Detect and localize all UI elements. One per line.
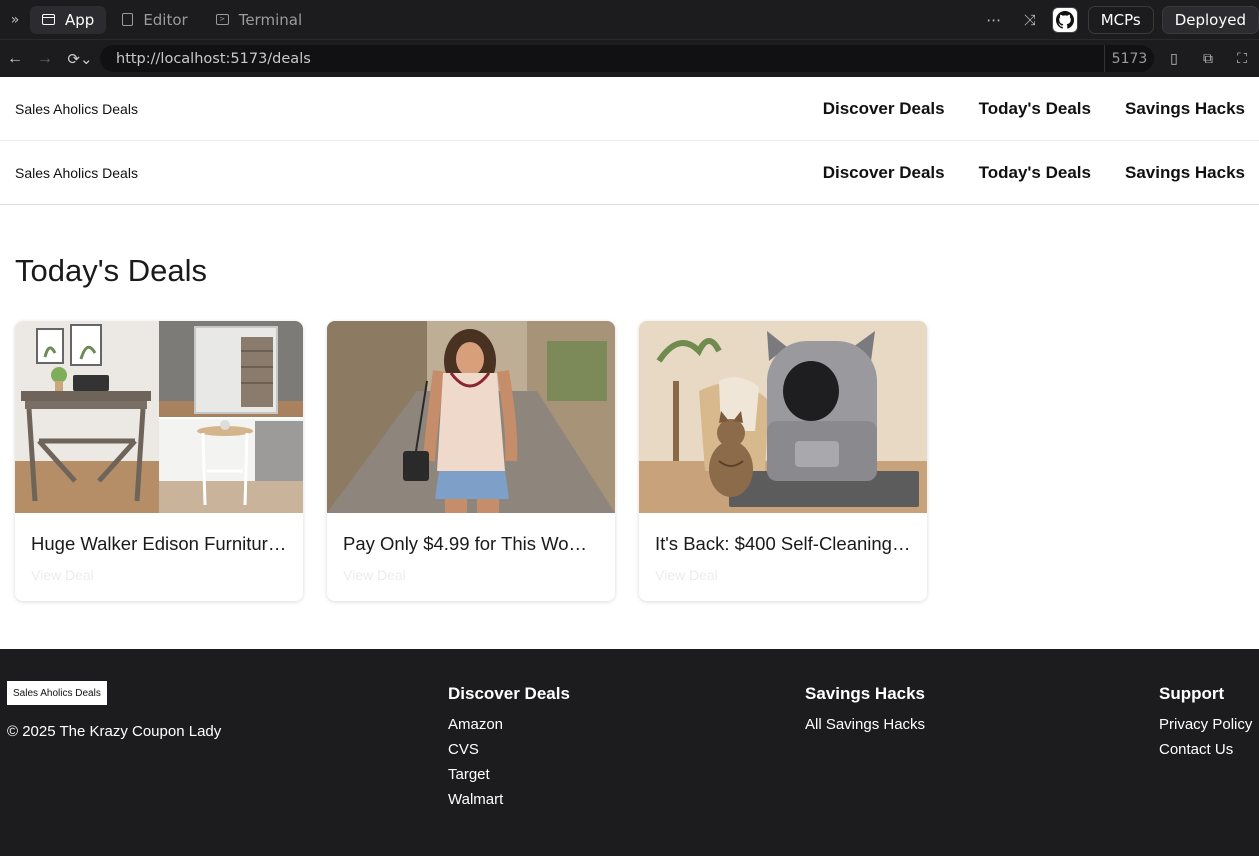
more-options-icon[interactable]: ⋯: [980, 11, 1008, 29]
shuffle-icon[interactable]: ⤨: [1016, 11, 1044, 29]
footer-link-walmart[interactable]: Walmart: [448, 791, 570, 808]
footer-column-savings-hacks: Savings Hacks All Savings Hacks: [805, 684, 925, 741]
expand-sidebar-icon[interactable]: »: [0, 12, 30, 28]
mcps-button[interactable]: MCPs: [1087, 5, 1154, 34]
deal-image-tank-top: [327, 321, 615, 513]
footer-column-discover-deals: Discover Deals Amazon CVS Target Walmart: [448, 684, 570, 816]
url-field[interactable]: http://localhost:5173/deals 5173: [100, 45, 1154, 72]
deal-title[interactable]: Huge Walker Edison Furniture Sale: [31, 533, 287, 555]
page-title: Today's Deals: [15, 253, 208, 288]
deal-title[interactable]: It's Back: $400 Self-Cleaning Litter Box: [655, 533, 911, 555]
nav-discover-deals[interactable]: Discover Deals: [823, 99, 945, 119]
forward-arrow-icon[interactable]: →: [30, 50, 60, 68]
github-icon[interactable]: [1051, 6, 1078, 33]
site-footer: Sales Aholics Deals © 2025 The Krazy Cou…: [0, 649, 1259, 856]
footer-link-contact-us[interactable]: Contact Us: [1159, 741, 1252, 758]
footer-logo[interactable]: Sales Aholics Deals: [7, 681, 107, 705]
files-icon: [122, 13, 134, 26]
nav-savings-hacks[interactable]: Savings Hacks: [1125, 99, 1245, 119]
nav-todays-deals[interactable]: Today's Deals: [979, 99, 1091, 119]
tab-label: Terminal: [238, 10, 303, 29]
tab-terminal[interactable]: > Terminal: [204, 6, 314, 34]
fullscreen-icon[interactable]: ⛶: [1228, 50, 1256, 67]
tab-editor[interactable]: Editor: [110, 6, 199, 34]
copyright-text: © 2025 The Krazy Coupon Lady: [7, 723, 222, 740]
deal-title[interactable]: Pay Only $4.99 for This Women's Tank Top: [343, 533, 599, 555]
deal-card[interactable]: Huge Walker Edison Furniture Sale View D…: [15, 321, 303, 601]
main-nav: Discover Deals Today's Deals Savings Hac…: [789, 163, 1245, 183]
footer-link-all-savings-hacks[interactable]: All Savings Hacks: [805, 716, 925, 733]
footer-heading: Discover Deals: [448, 684, 570, 703]
view-deal-link[interactable]: View Deal: [31, 567, 94, 583]
brand-logo[interactable]: Sales Aholics Deals: [15, 101, 138, 117]
main-nav: Discover Deals Today's Deals Savings Hac…: [789, 99, 1245, 119]
reload-icon[interactable]: ⟳⌄: [60, 50, 100, 68]
deal-card[interactable]: Pay Only $4.99 for This Women's Tank Top…: [327, 321, 615, 601]
deployed-button[interactable]: Deployed: [1161, 5, 1259, 34]
site-header-duplicate: Sales Aholics Deals Discover Deals Today…: [0, 141, 1259, 205]
url-text: http://localhost:5173/deals: [116, 50, 311, 67]
footer-link-target[interactable]: Target: [448, 766, 570, 783]
view-deal-link[interactable]: View Deal: [655, 567, 718, 583]
tab-label: App: [65, 10, 95, 29]
ide-top-bar: » App Editor > Terminal ⋯ ⤨ MCPs Deploye…: [0, 0, 1259, 39]
footer-link-amazon[interactable]: Amazon: [448, 716, 570, 733]
device-preview-icon[interactable]: ▯: [1160, 50, 1188, 67]
tab-app[interactable]: App: [30, 5, 107, 34]
nav-todays-deals[interactable]: Today's Deals: [979, 163, 1091, 183]
nav-savings-hacks[interactable]: Savings Hacks: [1125, 163, 1245, 183]
deal-image-litter-box: [639, 321, 927, 513]
footer-link-privacy-policy[interactable]: Privacy Policy: [1159, 716, 1252, 733]
brand-logo[interactable]: Sales Aholics Deals: [15, 165, 138, 181]
terminal-icon: >: [215, 14, 229, 25]
tab-label: Editor: [143, 10, 188, 29]
footer-heading: Savings Hacks: [805, 684, 926, 703]
back-arrow-icon[interactable]: ←: [0, 50, 30, 68]
open-external-icon[interactable]: ⧉: [1194, 50, 1222, 67]
view-deal-link[interactable]: View Deal: [343, 567, 406, 583]
port-badge: 5173: [1104, 45, 1154, 72]
deal-image-furniture: [15, 321, 303, 513]
browser-address-bar: ← → ⟳⌄ http://localhost:5173/deals 5173 …: [0, 39, 1259, 77]
footer-column-support: Support Privacy Policy Contact Us: [1159, 684, 1252, 766]
footer-link-cvs[interactable]: CVS: [448, 741, 570, 758]
deal-card[interactable]: It's Back: $400 Self-Cleaning Litter Box…: [639, 321, 927, 601]
window-icon: [42, 14, 55, 25]
footer-heading: Support: [1159, 684, 1225, 703]
deals-grid: Huge Walker Edison Furniture Sale View D…: [15, 321, 951, 601]
app-page: Sales Aholics Deals Discover Deals Today…: [0, 77, 1259, 856]
site-header: Sales Aholics Deals Discover Deals Today…: [0, 77, 1259, 141]
nav-discover-deals[interactable]: Discover Deals: [823, 163, 945, 183]
